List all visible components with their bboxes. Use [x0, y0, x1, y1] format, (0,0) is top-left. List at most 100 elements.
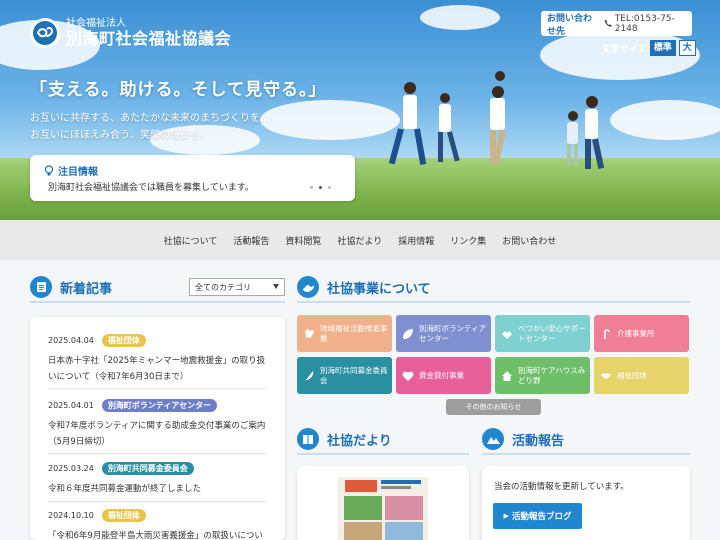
- cloud-shape: [610, 100, 720, 140]
- family-illustration: [388, 71, 605, 169]
- chevron-down-icon: [273, 284, 279, 289]
- list-item[interactable]: 2025.03.24 別海町共同募金委員会 令和６年度共同募金運動が終了しました: [48, 462, 266, 497]
- phone-text: TEL:0153-75-2148: [614, 13, 675, 34]
- activity-title: 活動報告: [512, 433, 565, 449]
- cane-icon: [604, 328, 610, 339]
- list-item[interactable]: 2025.04.04 福祉団体 日本赤十字社「2025年ミャンマー地震救援金」の…: [48, 334, 266, 385]
- services-section-title: 社協事業について: [297, 276, 431, 298]
- news-headline[interactable]: 令和7年度ボランティアに関する助成金交付事業のご案内（5月9日締切）: [48, 418, 266, 450]
- cloud-shape: [260, 100, 400, 140]
- category-select[interactable]: 全てのカテゴリ: [189, 278, 285, 296]
- activity-section-title: 活動報告: [482, 428, 564, 450]
- nav-recruit[interactable]: 採用情報: [398, 234, 434, 247]
- hero-banner: 社会福祉法人 別海町社会福祉協議会 お問い合わせ先 TEL:0153-75-21…: [0, 0, 720, 220]
- news-headline[interactable]: 日本赤十字社「2025年ミャンマー地震救援金」の取り扱いについて（令和7年6月3…: [48, 353, 266, 385]
- news-section-title: 新着記事: [30, 276, 112, 298]
- hokkaido-icon: [305, 328, 314, 338]
- org-name: 別海町社会福祉協議会: [66, 29, 232, 48]
- news-date: 2024.10.10: [48, 511, 94, 520]
- font-size-label: 文字サイズ: [602, 44, 647, 55]
- divider: [30, 301, 285, 303]
- book-icon: [297, 428, 319, 450]
- global-nav: 社協について 活動報告 資料閲覧 社協だより 採用情報 リンク集 お問い合わせ: [0, 220, 720, 260]
- nav-contact[interactable]: お問い合わせ: [502, 234, 556, 247]
- news-date: 2025.03.24: [48, 464, 94, 473]
- services-title: 社協事業について: [327, 281, 431, 297]
- mountain-icon: [482, 428, 504, 450]
- notice-text[interactable]: 別海町社会福祉協議会では職員を募集しています。: [48, 180, 254, 193]
- phone-icon: [604, 20, 612, 27]
- contact-box: お問い合わせ先 TEL:0153-75-2148: [541, 11, 692, 37]
- play-icon: ▶: [503, 512, 509, 520]
- tile-label: 介護事業所: [617, 328, 655, 338]
- hands-icon: [297, 276, 319, 298]
- document-icon: [30, 276, 52, 298]
- divider: [48, 388, 266, 389]
- activity-blog-label: 活動報告ブログ: [511, 512, 572, 522]
- carousel-dot-active[interactable]: [319, 186, 322, 189]
- phone-number[interactable]: TEL:0153-75-2148: [599, 14, 692, 34]
- heart-icon: [402, 371, 414, 381]
- service-tile-loans[interactable]: 資金貸付事業: [396, 357, 491, 394]
- news-title: 新着記事: [60, 281, 113, 297]
- font-size-normal-button[interactable]: 標準: [649, 40, 676, 56]
- activity-blog-button[interactable]: ▶ 活動報告ブログ: [493, 503, 582, 529]
- contact-link[interactable]: お問い合わせ先: [541, 11, 599, 37]
- nav-links[interactable]: リンク集: [450, 234, 486, 247]
- house-icon: [502, 370, 512, 381]
- handshake-icon: [502, 330, 512, 339]
- category-badge[interactable]: 福祉団体: [101, 334, 146, 347]
- divider: [297, 453, 469, 455]
- tile-label: 別海町ケアハウスみどり野: [518, 365, 586, 385]
- nav-about[interactable]: 社協について: [164, 234, 218, 247]
- category-badge[interactable]: 別海町共同募金委員会: [101, 462, 194, 475]
- news-headline[interactable]: 「令和6年9月能登半島大雨災害義援金」の取扱いについて: [48, 528, 266, 540]
- font-size-switcher: 文字サイズ 標準 大: [602, 40, 696, 56]
- divider: [482, 453, 690, 455]
- category-badge[interactable]: 別海町ボランティアセンター: [101, 399, 218, 412]
- logo-emblem-icon: [30, 18, 60, 48]
- list-item[interactable]: 2024.10.10 福祉団体 「令和6年9月能登半島大雨災害義援金」の取扱いに…: [48, 509, 266, 540]
- cloud-shape: [420, 5, 500, 30]
- carousel-dot[interactable]: [328, 186, 331, 189]
- tile-label: べつかい安心サポートセンター: [518, 323, 586, 343]
- category-badge[interactable]: 福祉団体: [101, 509, 146, 522]
- newsletter-section-title: 社協だより: [297, 428, 392, 450]
- hero-tagline: 「支える。助ける。そして見守る。」: [30, 80, 327, 100]
- nav-documents[interactable]: 資料閲覧: [285, 234, 321, 247]
- nav-activity[interactable]: 活動報告: [233, 234, 269, 247]
- service-tile-carehouse[interactable]: 別海町ケアハウスみどり野: [495, 357, 590, 394]
- divider: [48, 501, 266, 502]
- notice-box[interactable]: 注目情報 別海町社会福祉協議会では職員を募集しています。: [30, 155, 355, 201]
- list-item[interactable]: 2025.04.01 別海町ボランティアセンター 令和7年度ボランティアに関する…: [48, 399, 266, 450]
- newsletter-card[interactable]: [297, 466, 469, 540]
- service-tile-care[interactable]: 介護事業所: [594, 315, 689, 352]
- activity-description: 当会の活動情報を更新しています。: [494, 482, 629, 492]
- hero-lead-line2: お互いにほほえみ合う、笑顔の毎日を。: [30, 130, 210, 141]
- carousel-dot[interactable]: [310, 186, 313, 189]
- more-news-button[interactable]: その他のお知らせ: [446, 399, 541, 415]
- notice-title: 注目情報: [58, 167, 98, 178]
- service-tile-community[interactable]: 地域福祉活動推進事業: [297, 315, 392, 352]
- service-tile-support[interactable]: べつかい安心サポートセンター: [495, 315, 590, 352]
- newsletter-title: 社協だより: [327, 433, 392, 449]
- site-logo[interactable]: 社会福祉法人 別海町社会福祉協議会: [30, 18, 231, 48]
- shake-hands-icon: [601, 372, 611, 379]
- notice-header: 注目情報: [44, 163, 98, 178]
- font-size-large-button[interactable]: 大: [678, 40, 696, 56]
- tile-label: 別海町ボランティアセンター: [419, 323, 487, 343]
- hero-lead-line1: お互いに共存する、あたたかな未来のまちづくりを。: [30, 113, 270, 124]
- newsletter-cover-image: [338, 477, 428, 540]
- tile-label: 別海町共同募金委員会: [320, 365, 388, 385]
- tile-label: 福祉団体: [617, 370, 647, 380]
- lightbulb-icon: [44, 164, 54, 175]
- divider: [297, 301, 690, 303]
- service-tile-groups[interactable]: 福祉団体: [594, 357, 689, 394]
- carousel-dots[interactable]: [310, 186, 337, 189]
- hero-lead: お互いに共存する、あたたかな未来のまちづくりを。 お互いにほほえみ合う、笑顔の毎…: [30, 110, 270, 144]
- feather-icon: [305, 370, 314, 381]
- service-tile-volunteer[interactable]: 別海町ボランティアセンター: [396, 315, 491, 352]
- service-tile-fundraising[interactable]: 別海町共同募金委員会: [297, 357, 392, 394]
- nav-newsletter[interactable]: 社協だより: [337, 234, 382, 247]
- news-headline[interactable]: 令和６年度共同募金運動が終了しました: [48, 481, 266, 497]
